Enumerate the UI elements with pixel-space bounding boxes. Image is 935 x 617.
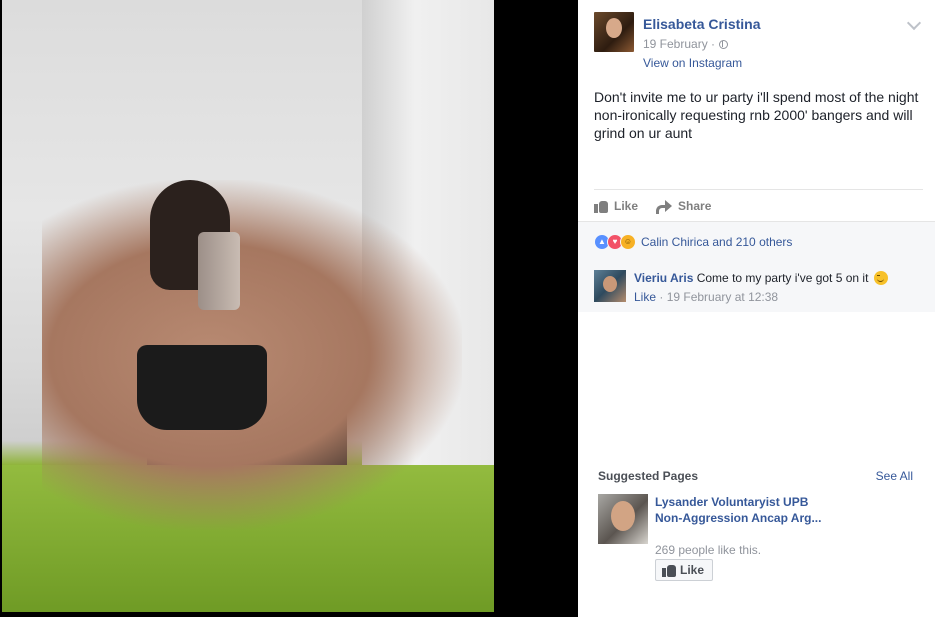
share-button[interactable]: Share [656,196,711,216]
share-icon [656,200,673,214]
reactions-summary[interactable]: ▲ ♥ ☺ Calin Chirica and 210 others [594,234,792,250]
post-photo[interactable] [2,0,494,612]
post-date[interactable]: 19 February · [643,37,715,51]
suggested-page-avatar[interactable] [598,494,648,544]
haha-reaction-icon: ☺ [620,234,636,250]
thumbs-up-icon [662,563,676,577]
post-meta: 19 February · [643,37,729,51]
comment-text: Come to my party i've got 5 on it [696,271,869,285]
thumbs-up-icon [594,199,608,213]
globe-icon[interactable] [719,39,729,49]
comment-timestamp[interactable]: · 19 February at 12:38 [659,290,778,304]
suggested-page-likes: 269 people like this. [655,543,762,557]
photo-phone [198,232,240,310]
comments-section: ▲ ♥ ☺ Calin Chirica and 210 others Vieri… [578,221,935,312]
suggested-like-label: Like [680,563,705,577]
wink-emoji-icon [873,271,888,285]
divider [594,189,923,190]
post-sidebar: Elisabeta Cristina 19 February · View on… [578,0,935,617]
suggested-page-name[interactable]: Lysander Voluntaryist UPB Non-Aggression… [655,494,825,526]
suggested-page-like-button[interactable]: Like [655,559,714,581]
author-avatar[interactable] [594,12,634,52]
reaction-names[interactable]: Calin Chirica and 210 others [641,235,792,249]
commenter-name[interactable]: Vieriu Aris [634,271,693,285]
comment-like-link[interactable]: Like [634,290,656,304]
comment-meta: Like · 19 February at 12:38 [634,290,778,304]
photo-subject-top [137,345,267,430]
comment-body: Vieriu Aris Come to my party i've got 5 … [634,270,888,286]
author-name[interactable]: Elisabeta Cristina [643,16,761,32]
post-header: Elisabeta Cristina 19 February · View on… [594,12,923,74]
like-label: Like [614,199,639,213]
view-on-instagram-link[interactable]: View on Instagram [643,56,742,70]
like-button[interactable]: Like [594,196,638,216]
see-all-link[interactable]: See All [876,469,913,483]
share-label: Share [678,199,712,213]
photo-viewer[interactable] [0,0,578,617]
post-text: Don't invite me to ur party i'll spend m… [594,89,919,141]
suggested-pages-title: Suggested Pages [598,469,699,483]
chevron-down-icon[interactable] [906,15,922,31]
commenter-avatar[interactable] [594,270,626,302]
post-actions: Like Share [594,196,711,216]
